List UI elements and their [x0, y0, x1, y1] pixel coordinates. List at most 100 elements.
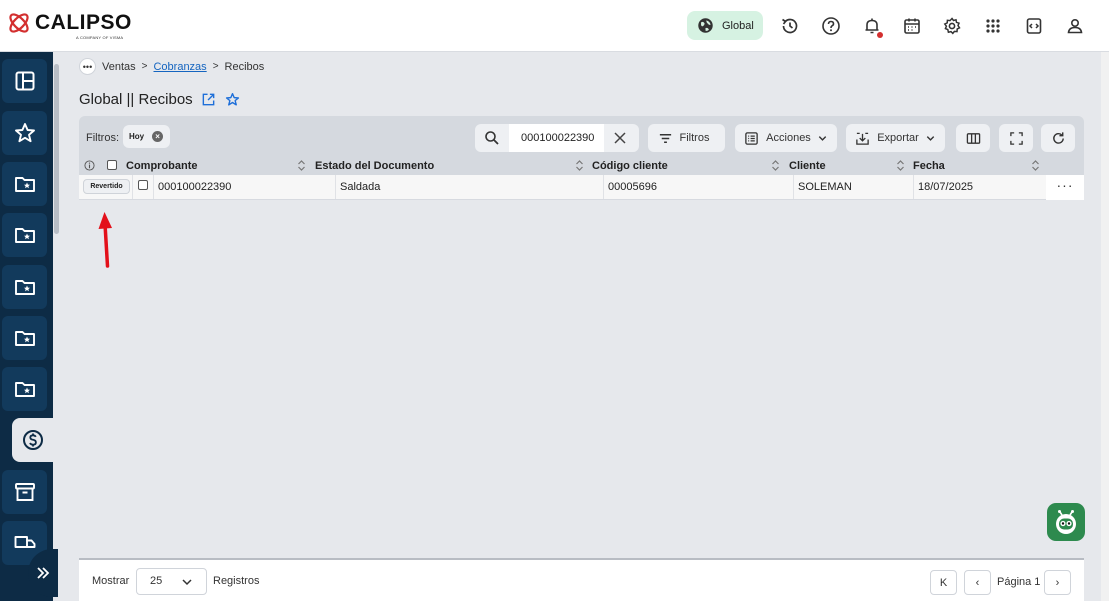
grid-toolbar: Filtros: Hoy × Filtros Acciones Exportar — [79, 116, 1084, 157]
filters-button[interactable]: Filtros — [648, 124, 725, 152]
filters-button-label: Filtros — [679, 132, 710, 144]
sidebar-item-dashboard[interactable] — [2, 59, 47, 103]
sidebar-item-cobranzas[interactable] — [12, 418, 53, 462]
sidebar-item-folder-3[interactable] — [2, 265, 47, 309]
cell-cliente: SOLEMAN — [793, 175, 914, 199]
table-header: Comprobante Estado del Documento Código … — [79, 157, 1084, 175]
fullscreen-button[interactable] — [999, 124, 1033, 152]
user-icon — [1067, 18, 1082, 33]
sort-icon[interactable] — [896, 159, 905, 172]
company-selector[interactable]: Global — [687, 11, 763, 40]
sidebar-scrollbar[interactable] — [53, 58, 60, 543]
sidebar-item-favorites[interactable] — [2, 111, 47, 155]
folder-star-icon — [14, 382, 35, 397]
list-box-icon — [745, 131, 758, 145]
page-indicator: Página 1 — [997, 576, 1041, 588]
filter-chip-hoy[interactable]: Hoy × — [123, 125, 170, 148]
filter-chip-label: Hoy — [129, 132, 145, 141]
page-scrollbar[interactable] — [1101, 52, 1109, 601]
breadcrumb-more-button[interactable]: ••• — [79, 58, 96, 75]
cell-comprobante: 000100022390 — [153, 175, 336, 199]
chevron-down-icon — [926, 135, 934, 141]
column-header-estado[interactable]: Estado del Documento — [315, 160, 434, 172]
double-chevron-right-icon — [37, 567, 50, 579]
clear-search-icon[interactable] — [613, 131, 627, 145]
page-title: Global || Recibos — [79, 91, 240, 108]
open-external-icon[interactable] — [201, 92, 216, 107]
favorite-star-icon[interactable] — [225, 92, 240, 107]
cell-divider — [132, 175, 133, 199]
notifications-button[interactable] — [858, 12, 885, 39]
sort-icon[interactable] — [575, 159, 584, 172]
sidebar-item-folder-1[interactable] — [2, 162, 47, 206]
archive-icon — [14, 483, 35, 501]
sidebar-item-archive[interactable] — [2, 470, 47, 514]
sort-icon[interactable] — [1031, 159, 1040, 172]
code-window-icon — [1026, 17, 1041, 34]
page-title-text: Global || Recibos — [79, 91, 193, 108]
export-button-label: Exportar — [877, 132, 919, 144]
page-size-select[interactable]: 25 — [136, 568, 207, 595]
sidebar-item-folder-2[interactable] — [2, 213, 47, 257]
user-menu-button[interactable] — [1061, 12, 1088, 39]
help-button[interactable] — [817, 12, 844, 39]
star-icon — [14, 123, 35, 143]
sidebar-item-folder-5[interactable] — [2, 367, 47, 411]
globe-icon — [698, 18, 713, 33]
folder-star-icon — [14, 331, 35, 346]
filter-lines-icon — [659, 133, 671, 143]
dollar-circle-icon — [22, 430, 43, 450]
calendar-button[interactable] — [898, 12, 925, 39]
row-checkbox[interactable] — [138, 180, 148, 190]
calendar-icon — [903, 18, 920, 34]
column-header-comprobante[interactable]: Comprobante — [126, 160, 198, 172]
folder-star-icon — [14, 228, 35, 243]
breadcrumb-item-cobranzas[interactable]: Cobranzas — [153, 61, 206, 73]
sidebar-item-folder-4[interactable] — [2, 316, 47, 360]
info-icon[interactable] — [84, 160, 95, 171]
sort-icon[interactable] — [771, 159, 780, 172]
column-header-cliente[interactable]: Cliente — [789, 160, 826, 172]
prev-page-button[interactable]: ‹ — [964, 570, 991, 595]
annotation-arrow-icon — [98, 212, 112, 268]
sort-icon[interactable] — [297, 159, 306, 172]
sidebar-scrollbar-thumb[interactable] — [54, 64, 59, 234]
actions-button-label: Acciones — [766, 132, 811, 144]
apps-button[interactable] — [979, 12, 1006, 39]
folder-star-icon — [14, 280, 35, 295]
remove-filter-icon[interactable]: × — [152, 131, 164, 142]
revertido-status-button[interactable]: Revertido — [83, 179, 130, 194]
column-header-codigo-cliente[interactable]: Código cliente — [592, 160, 668, 172]
table-row[interactable]: Revertido 000100022390 Saldada 00005696 … — [79, 175, 1084, 200]
notification-dot — [877, 32, 883, 38]
select-all-checkbox[interactable] — [107, 160, 117, 170]
breadcrumb-item-recibos: Recibos — [224, 60, 265, 73]
developer-button[interactable] — [1020, 12, 1047, 39]
calipso-logo[interactable]: CALIPSO — [6, 10, 132, 36]
cell-estado: Saldada — [335, 175, 604, 199]
assistant-bot-button[interactable] — [1047, 503, 1085, 541]
top-bar: CALIPSO A COMPANY OF VISMA Global — [0, 0, 1109, 52]
next-page-button[interactable]: › — [1044, 570, 1071, 595]
search-icon[interactable] — [484, 130, 500, 146]
truck-icon — [14, 536, 35, 548]
export-button[interactable]: Exportar — [846, 124, 945, 152]
cell-fecha: 18/07/2025 — [913, 175, 1046, 199]
apps-grid-icon — [985, 18, 1000, 33]
page-size-value: 25 — [150, 575, 163, 587]
refresh-button[interactable] — [1041, 124, 1075, 152]
download-icon — [856, 132, 869, 145]
pagination-footer: Mostrar 25 Registros K ‹ Página 1 › — [79, 558, 1084, 601]
records-label: Registros — [213, 575, 260, 587]
history-button[interactable] — [776, 12, 803, 39]
settings-button[interactable] — [938, 12, 965, 39]
columns-button[interactable] — [956, 124, 990, 152]
row-more-button[interactable]: ··· — [1046, 175, 1084, 200]
actions-button[interactable]: Acciones — [735, 124, 837, 152]
search-input[interactable] — [509, 124, 604, 152]
help-icon — [821, 16, 840, 35]
settings-icon — [943, 16, 961, 35]
first-page-button[interactable]: K — [930, 570, 957, 595]
chevron-down-icon — [818, 135, 827, 141]
column-header-fecha[interactable]: Fecha — [913, 160, 945, 172]
